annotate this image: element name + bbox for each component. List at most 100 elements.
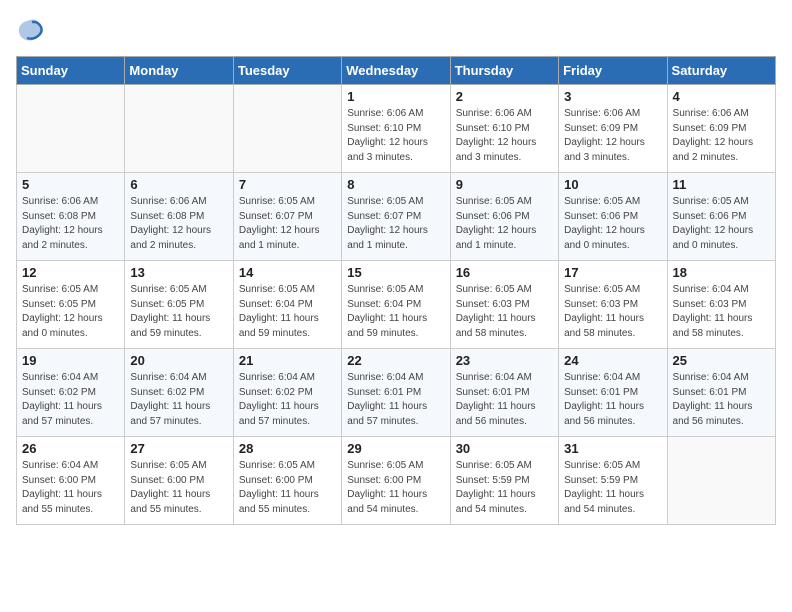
day-number: 11 (673, 177, 770, 192)
calendar-cell: 23 Sunrise: 6:04 AM Sunset: 6:01 PM Dayli… (450, 349, 558, 437)
day-info: Sunrise: 6:05 AM Sunset: 6:06 PM Dayligh… (456, 195, 553, 253)
weekday-header: Sunday (17, 57, 125, 85)
day-info: Sunrise: 6:04 AM Sunset: 6:01 PM Dayligh… (673, 371, 770, 429)
day-info: Sunrise: 6:04 AM Sunset: 6:02 PM Dayligh… (239, 371, 336, 429)
calendar-cell: 22 Sunrise: 6:04 AM Sunset: 6:01 PM Dayli… (342, 349, 450, 437)
calendar-week-row: 12 Sunrise: 6:05 AM Sunset: 6:05 PM Dayli… (17, 261, 776, 349)
day-info: Sunrise: 6:06 AM Sunset: 6:09 PM Dayligh… (673, 107, 770, 165)
calendar-cell: 9 Sunrise: 6:05 AM Sunset: 6:06 PM Daylig… (450, 173, 558, 261)
day-number: 29 (347, 441, 444, 456)
calendar-cell: 30 Sunrise: 6:05 AM Sunset: 5:59 PM Dayli… (450, 437, 558, 525)
calendar-week-row: 5 Sunrise: 6:06 AM Sunset: 6:08 PM Daylig… (17, 173, 776, 261)
day-info: Sunrise: 6:04 AM Sunset: 6:03 PM Dayligh… (673, 283, 770, 341)
day-info: Sunrise: 6:04 AM Sunset: 6:02 PM Dayligh… (130, 371, 227, 429)
day-number: 26 (22, 441, 119, 456)
calendar-cell: 11Sunrise: 6:05 AM Sunset: 6:06 PM Dayli… (667, 173, 775, 261)
calendar-cell: 29 Sunrise: 6:05 AM Sunset: 6:00 PM Dayli… (342, 437, 450, 525)
calendar-body: 1 Sunrise: 6:06 AM Sunset: 6:10 PM Daylig… (17, 85, 776, 525)
calendar-cell: 1 Sunrise: 6:06 AM Sunset: 6:10 PM Daylig… (342, 85, 450, 173)
calendar-cell: 4 Sunrise: 6:06 AM Sunset: 6:09 PM Daylig… (667, 85, 775, 173)
day-number: 31 (564, 441, 661, 456)
weekday-header: Friday (559, 57, 667, 85)
page-header (16, 16, 776, 44)
day-number: 22 (347, 353, 444, 368)
logo-icon (16, 16, 44, 44)
day-number: 9 (456, 177, 553, 192)
calendar-cell: 26 Sunrise: 6:04 AM Sunset: 6:00 PM Dayli… (17, 437, 125, 525)
day-info: Sunrise: 6:06 AM Sunset: 6:08 PM Dayligh… (22, 195, 119, 253)
day-number: 27 (130, 441, 227, 456)
calendar-cell: 8Sunrise: 6:05 AM Sunset: 6:07 PM Daylig… (342, 173, 450, 261)
day-number: 28 (239, 441, 336, 456)
weekday-header: Monday (125, 57, 233, 85)
logo (16, 16, 50, 44)
calendar-cell: 18 Sunrise: 6:04 AM Sunset: 6:03 PM Dayli… (667, 261, 775, 349)
day-info: Sunrise: 6:05 AM Sunset: 6:04 PM Dayligh… (239, 283, 336, 341)
day-info: Sunrise: 6:06 AM Sunset: 6:10 PM Dayligh… (456, 107, 553, 165)
calendar-cell: 25Sunrise: 6:04 AM Sunset: 6:01 PM Dayli… (667, 349, 775, 437)
day-number: 6 (130, 177, 227, 192)
day-info: Sunrise: 6:04 AM Sunset: 6:01 PM Dayligh… (347, 371, 444, 429)
day-info: Sunrise: 6:06 AM Sunset: 6:09 PM Dayligh… (564, 107, 661, 165)
day-info: Sunrise: 6:05 AM Sunset: 6:00 PM Dayligh… (347, 459, 444, 517)
day-number: 13 (130, 265, 227, 280)
calendar-cell: 14 Sunrise: 6:05 AM Sunset: 6:04 PM Dayli… (233, 261, 341, 349)
day-info: Sunrise: 6:04 AM Sunset: 6:02 PM Dayligh… (22, 371, 119, 429)
calendar-cell: 7 Sunrise: 6:05 AM Sunset: 6:07 PM Daylig… (233, 173, 341, 261)
calendar-cell: 17 Sunrise: 6:05 AM Sunset: 6:03 PM Dayli… (559, 261, 667, 349)
day-info: Sunrise: 6:04 AM Sunset: 6:01 PM Dayligh… (456, 371, 553, 429)
day-info: Sunrise: 6:05 AM Sunset: 6:05 PM Dayligh… (22, 283, 119, 341)
day-number: 10 (564, 177, 661, 192)
day-number: 23 (456, 353, 553, 368)
day-number: 18 (673, 265, 770, 280)
day-number: 5 (22, 177, 119, 192)
weekday-header: Wednesday (342, 57, 450, 85)
day-number: 7 (239, 177, 336, 192)
day-number: 14 (239, 265, 336, 280)
calendar-table: SundayMondayTuesdayWednesdayThursdayFrid… (16, 56, 776, 525)
day-number: 19 (22, 353, 119, 368)
calendar-week-row: 26 Sunrise: 6:04 AM Sunset: 6:00 PM Dayli… (17, 437, 776, 525)
day-number: 30 (456, 441, 553, 456)
calendar-cell: 24 Sunrise: 6:04 AM Sunset: 6:01 PM Dayli… (559, 349, 667, 437)
calendar-cell: 19 Sunrise: 6:04 AM Sunset: 6:02 PM Dayli… (17, 349, 125, 437)
day-number: 21 (239, 353, 336, 368)
calendar-cell: 2 Sunrise: 6:06 AM Sunset: 6:10 PM Daylig… (450, 85, 558, 173)
calendar-cell: 6Sunrise: 6:06 AM Sunset: 6:08 PM Daylig… (125, 173, 233, 261)
calendar-cell: 31Sunrise: 6:05 AM Sunset: 5:59 PM Dayli… (559, 437, 667, 525)
day-info: Sunrise: 6:05 AM Sunset: 6:06 PM Dayligh… (564, 195, 661, 253)
day-number: 16 (456, 265, 553, 280)
weekday-header: Saturday (667, 57, 775, 85)
day-number: 2 (456, 89, 553, 104)
calendar-week-row: 1 Sunrise: 6:06 AM Sunset: 6:10 PM Daylig… (17, 85, 776, 173)
day-number: 4 (673, 89, 770, 104)
calendar-cell (17, 85, 125, 173)
day-info: Sunrise: 6:05 AM Sunset: 6:07 PM Dayligh… (239, 195, 336, 253)
day-number: 8 (347, 177, 444, 192)
day-info: Sunrise: 6:05 AM Sunset: 5:59 PM Dayligh… (456, 459, 553, 517)
calendar-week-row: 19 Sunrise: 6:04 AM Sunset: 6:02 PM Dayli… (17, 349, 776, 437)
calendar-cell: 21 Sunrise: 6:04 AM Sunset: 6:02 PM Dayli… (233, 349, 341, 437)
calendar-header-row: SundayMondayTuesdayWednesdayThursdayFrid… (17, 57, 776, 85)
calendar-cell (125, 85, 233, 173)
day-number: 15 (347, 265, 444, 280)
calendar-cell: 12 Sunrise: 6:05 AM Sunset: 6:05 PM Dayli… (17, 261, 125, 349)
day-number: 12 (22, 265, 119, 280)
calendar-cell (667, 437, 775, 525)
calendar-cell: 15 Sunrise: 6:05 AM Sunset: 6:04 PM Dayli… (342, 261, 450, 349)
day-info: Sunrise: 6:05 AM Sunset: 6:03 PM Dayligh… (564, 283, 661, 341)
day-info: Sunrise: 6:06 AM Sunset: 6:10 PM Dayligh… (347, 107, 444, 165)
day-info: Sunrise: 6:05 AM Sunset: 6:03 PM Dayligh… (456, 283, 553, 341)
day-number: 24 (564, 353, 661, 368)
calendar-cell: 13Sunrise: 6:05 AM Sunset: 6:05 PM Dayli… (125, 261, 233, 349)
calendar-cell: 3 Sunrise: 6:06 AM Sunset: 6:09 PM Daylig… (559, 85, 667, 173)
day-number: 3 (564, 89, 661, 104)
calendar-cell: 10 Sunrise: 6:05 AM Sunset: 6:06 PM Dayli… (559, 173, 667, 261)
day-number: 17 (564, 265, 661, 280)
day-info: Sunrise: 6:04 AM Sunset: 6:00 PM Dayligh… (22, 459, 119, 517)
day-info: Sunrise: 6:05 AM Sunset: 6:04 PM Dayligh… (347, 283, 444, 341)
day-number: 1 (347, 89, 444, 104)
calendar-cell (233, 85, 341, 173)
weekday-header: Tuesday (233, 57, 341, 85)
day-info: Sunrise: 6:04 AM Sunset: 6:01 PM Dayligh… (564, 371, 661, 429)
